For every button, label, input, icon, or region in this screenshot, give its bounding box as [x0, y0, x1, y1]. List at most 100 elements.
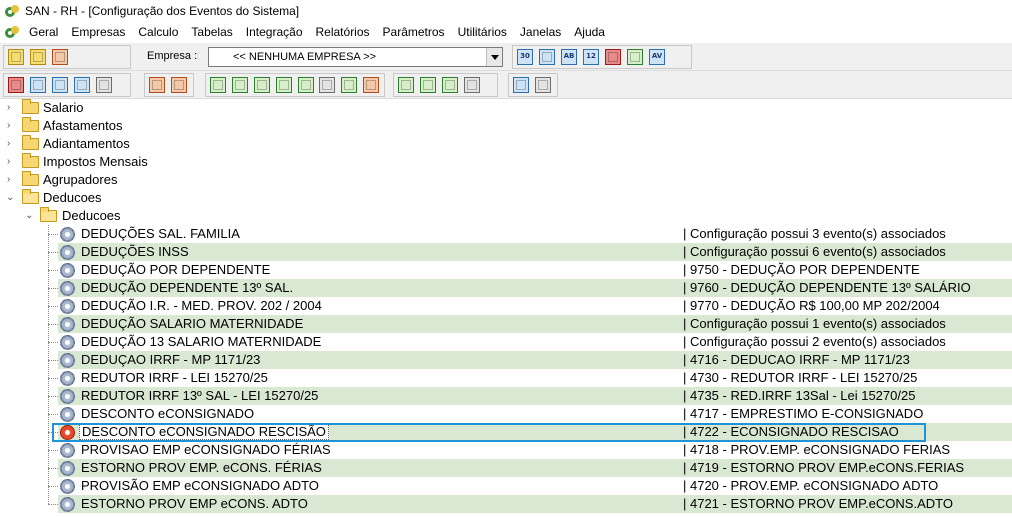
event-name: DEDUÇAO IRRF - MP 1171/23	[81, 352, 261, 367]
tool-hand-icon[interactable]	[7, 48, 25, 66]
event-name: DEDUÇÃO SALARIO MATERNIDADE	[81, 316, 304, 331]
tool-user-icon[interactable]	[51, 48, 69, 66]
chevron-down-icon[interactable]: ⌄	[6, 189, 14, 207]
event-name: DEDUÇÕES INSS	[81, 244, 189, 259]
gear-icon	[60, 281, 75, 296]
event-row[interactable]: DEDUÇÃO POR DEPENDENTE | 9750 - DEDUÇÃO P…	[0, 261, 1012, 279]
tool-c-icon[interactable]	[51, 76, 69, 94]
doc-6-icon[interactable]	[318, 76, 336, 94]
tree-folder-deducoes[interactable]: ⌄ Deducoes	[0, 189, 1012, 207]
toolbar-group-right: 30 AB 12 AV	[512, 45, 692, 69]
tree-folder-impostos-mensais[interactable]: › Impostos Mensais	[0, 153, 1012, 171]
list-icon[interactable]	[95, 76, 113, 94]
chevron-right-icon[interactable]: ›	[7, 153, 15, 171]
report-2-icon[interactable]	[419, 76, 437, 94]
tree-folder-adiantamentos[interactable]: › Adiantamentos	[0, 135, 1012, 153]
tool-b-icon[interactable]	[29, 76, 47, 94]
menu-integracao[interactable]: Integração	[242, 25, 312, 39]
menu-calculo[interactable]: Calculo	[134, 25, 187, 39]
window-icon[interactable]	[512, 76, 530, 94]
tool-people-icon[interactable]	[29, 48, 47, 66]
event-row[interactable]: DEDUÇÃO SALARIO MATERNIDADE | Configuraçã…	[0, 315, 1012, 333]
event-row[interactable]: DEDUÇÕES SAL. FAMILIA | Configuração poss…	[0, 225, 1012, 243]
event-description: | Configuração possui 1 evento(s) associ…	[683, 316, 946, 331]
globe-icon[interactable]	[73, 76, 91, 94]
event-description: | 9760 - DEDUÇÃO DEPENDENTE 13º SALÁRIO	[683, 280, 971, 295]
empresa-select[interactable]: << NENHUMA EMPRESA >>	[208, 47, 503, 67]
table-grid-icon[interactable]	[538, 48, 556, 66]
ab-icon[interactable]: AB	[560, 48, 578, 66]
menu-parametros[interactable]: Parâmetros	[379, 25, 454, 39]
event-row[interactable]: REDUTOR IRRF - LEI 15270/25 | 4730 - REDU…	[0, 369, 1012, 387]
event-row[interactable]: DEDUÇÕES INSS | Configuração possui 6 eve…	[0, 243, 1012, 261]
copy-icon[interactable]	[534, 76, 552, 94]
tree-connector	[48, 414, 58, 415]
menu-relatorios[interactable]: Relatórios	[312, 25, 379, 39]
numbers-12-icon[interactable]: 12	[582, 48, 600, 66]
doc-2-icon[interactable]	[231, 76, 249, 94]
gear-icon	[60, 371, 75, 386]
doc-4-icon[interactable]	[275, 76, 293, 94]
tree-connector	[48, 504, 58, 505]
report-4-icon[interactable]	[463, 76, 481, 94]
chevron-down-icon[interactable]	[486, 48, 502, 66]
tree-connector	[48, 396, 58, 397]
toolbar-group-tools	[3, 73, 131, 97]
gear-icon	[60, 317, 75, 332]
event-row[interactable]: ESTORNO PROV EMP. eCONS. FÉRIAS | 4719 - …	[0, 459, 1012, 477]
report-3-icon[interactable]	[441, 76, 459, 94]
event-description: | 4717 - EMPRESTIMO E-CONSIGNADO	[683, 406, 924, 421]
chevron-down-icon[interactable]: ⌄	[25, 207, 33, 225]
doc-1-icon[interactable]	[209, 76, 227, 94]
event-row[interactable]: ESTORNO PROV EMP eCONS. ADTO | 4721 - EST…	[0, 495, 1012, 513]
page-right-icon[interactable]	[170, 76, 188, 94]
menu-ajuda[interactable]: Ajuda	[570, 25, 614, 39]
event-description: | 4716 - DEDUCAO IRRF - MP 1171/23	[683, 352, 910, 367]
menu-janelas[interactable]: Janelas	[516, 25, 570, 39]
chevron-right-icon[interactable]: ›	[7, 117, 15, 135]
event-row[interactable]: REDUTOR IRRF 13º SAL - LEI 15270/25 | 473…	[0, 387, 1012, 405]
window-title: SAN - RH - [Configuração dos Eventos do …	[25, 4, 300, 18]
event-description: | 4718 - PROV.EMP. eCONSIGNADO FERIAS	[683, 442, 951, 457]
calendar-30-icon[interactable]: 30	[516, 48, 534, 66]
event-row[interactable]: DEDUÇÃO DEPENDENTE 13º SAL. | 9760 - DEDU…	[0, 279, 1012, 297]
av-icon[interactable]: AV	[648, 48, 666, 66]
tool-a-icon[interactable]	[7, 76, 25, 94]
doc-7-icon[interactable]	[340, 76, 358, 94]
event-row[interactable]: DEDUÇÃO I.R. - MED. PROV. 202 / 2004 | 97…	[0, 297, 1012, 315]
page-left-icon[interactable]	[148, 76, 166, 94]
app-menu-icon[interactable]	[4, 24, 20, 40]
tree-subfolder-deducoes[interactable]: ⌄ Deducoes	[0, 207, 1012, 225]
doc-3-icon[interactable]	[253, 76, 271, 94]
report-1-icon[interactable]	[397, 76, 415, 94]
event-row[interactable]: DEDUÇAO IRRF - MP 1171/23 | 4716 - DEDUCA…	[0, 351, 1012, 369]
spreadsheet-icon[interactable]	[626, 48, 644, 66]
chevron-right-icon[interactable]: ›	[7, 99, 15, 117]
event-row[interactable]: PROVISAO EMP eCONSIGNADO FÉRIAS | 4718 - …	[0, 441, 1012, 459]
tree-folder-agrupadores[interactable]: › Agrupadores	[0, 171, 1012, 189]
doc-5-icon[interactable]	[297, 76, 315, 94]
empresa-label: Empresa :	[147, 50, 198, 62]
event-row[interactable]: PROVISÃO EMP eCONSIGNADO ADTO | 4720 - PR…	[0, 477, 1012, 495]
event-name: DESCONTO eCONSIGNADO	[81, 406, 255, 421]
folder-icon	[22, 153, 39, 168]
toolbar-group-reports	[393, 73, 498, 97]
menu-tabelas[interactable]: Tabelas	[187, 25, 241, 39]
doc-8-icon[interactable]	[362, 76, 380, 94]
folder-open-icon	[40, 207, 57, 222]
tree-folder-afastamentos[interactable]: › Afastamentos	[0, 117, 1012, 135]
tree-folder-label: Deducoes	[62, 208, 121, 223]
folder-icon	[22, 135, 39, 150]
calculator-icon[interactable]	[604, 48, 622, 66]
event-row[interactable]: DEDUÇÃO 13 SALARIO MATERNIDADE | Configur…	[0, 333, 1012, 351]
menu-empresas[interactable]: Empresas	[67, 25, 134, 39]
tree-folder-salario[interactable]: › Salario	[0, 99, 1012, 117]
menu-utilitarios[interactable]: Utilitários	[454, 25, 516, 39]
menu-geral[interactable]: Geral	[25, 25, 67, 39]
gear-icon	[60, 389, 75, 404]
event-name: PROVISAO EMP eCONSIGNADO FÉRIAS	[81, 442, 331, 457]
tree-folder-label: Impostos Mensais	[43, 154, 148, 169]
event-row[interactable]: DESCONTO eCONSIGNADO | 4717 - EMPRESTIMO …	[0, 405, 1012, 423]
chevron-right-icon[interactable]: ›	[7, 171, 15, 189]
chevron-right-icon[interactable]: ›	[7, 135, 15, 153]
